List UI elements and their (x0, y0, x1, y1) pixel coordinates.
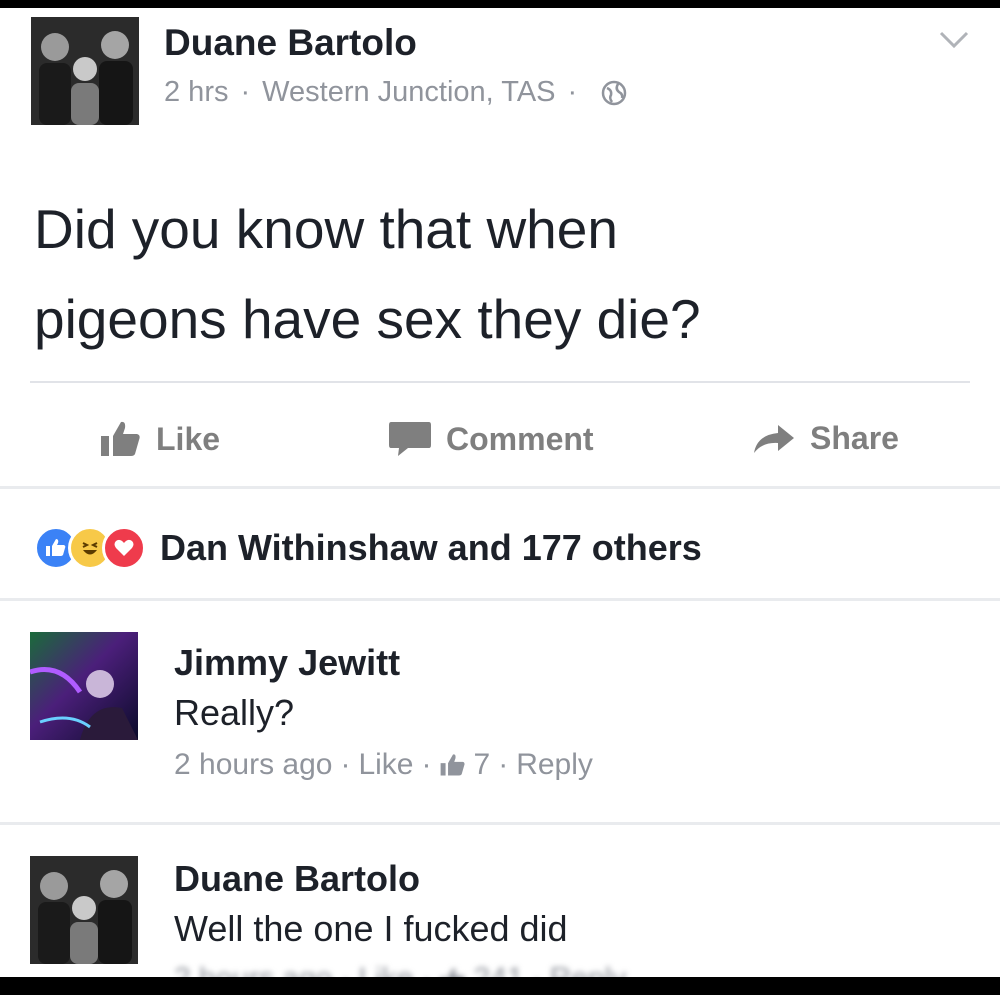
comment-like-link[interactable]: Like (358, 748, 413, 782)
comment-meta: 2 hours ago · Like · 7 · Reply (174, 748, 593, 782)
chevron-down-icon[interactable] (938, 30, 970, 50)
meta-separator: · (498, 748, 509, 781)
post-meta: 2 hrs · Western Junction, TAS · (164, 76, 627, 109)
divider (30, 381, 970, 383)
thumbs-up-icon (101, 421, 140, 456)
section-divider (0, 822, 1000, 825)
reactions-summary[interactable]: Dan Withinshaw and 177 others (34, 526, 702, 570)
post-location[interactable]: Western Junction, TAS (262, 76, 555, 109)
facebook-post-screenshot: Duane Bartolo 2 hrs · Western Junction, … (0, 8, 1000, 977)
meta-separator: · (421, 748, 432, 781)
post-author-name[interactable]: Duane Bartolo (164, 22, 417, 64)
comment-reply-link[interactable]: Reply (550, 962, 627, 977)
comment-text: Really? (174, 692, 295, 733)
post-text-line: pigeons have sex they die? (34, 288, 701, 350)
love-reaction-icon (102, 526, 146, 570)
comment-button[interactable]: Comment (388, 420, 594, 458)
post-text-line: Did you know that when (34, 198, 618, 260)
comment-time[interactable]: 2 hours ago (174, 962, 332, 977)
share-button[interactable]: Share (752, 420, 899, 457)
meta-separator: · (340, 962, 350, 977)
comment-text: Well the one I fucked did (174, 908, 568, 949)
share-arrow-icon (754, 424, 794, 453)
comment-label: Comment (446, 420, 594, 457)
author-avatar[interactable] (31, 17, 139, 125)
post-time[interactable]: 2 hrs (164, 76, 228, 109)
reactions-summary-text: Dan Withinshaw and 177 others (160, 527, 702, 568)
meta-separator: · (532, 962, 542, 977)
share-label: Share (810, 420, 899, 456)
comment-reply-link[interactable]: Reply (516, 748, 593, 782)
meta-separator: · (240, 76, 251, 108)
comment-time[interactable]: 2 hours ago (174, 748, 332, 782)
thumbs-up-icon (447, 968, 464, 977)
post-text: Did you know that when pigeons have sex … (34, 184, 934, 364)
commenter-avatar[interactable] (30, 632, 138, 740)
commenter-avatar[interactable] (30, 856, 138, 964)
like-button[interactable]: Like (100, 420, 220, 458)
comment-meta: 2 hours ago · Like · 241 · Reply (174, 962, 626, 977)
comment-like-count[interactable]: 241 (474, 962, 524, 977)
section-divider (0, 486, 1000, 489)
section-divider (0, 598, 1000, 601)
comment-like-count[interactable]: 7 (474, 748, 491, 782)
thumbs-up-icon (440, 754, 465, 776)
meta-separator: · (422, 962, 432, 977)
meta-separator: · (340, 748, 351, 781)
meta-separator: · (567, 76, 578, 108)
comment-author-name[interactable]: Duane Bartolo (174, 858, 420, 900)
comment-author-name[interactable]: Jimmy Jewitt (174, 642, 400, 684)
comment-icon (389, 422, 431, 456)
globe-icon (601, 80, 627, 105)
comment-like-link[interactable]: Like (358, 962, 413, 977)
like-label: Like (156, 420, 221, 457)
